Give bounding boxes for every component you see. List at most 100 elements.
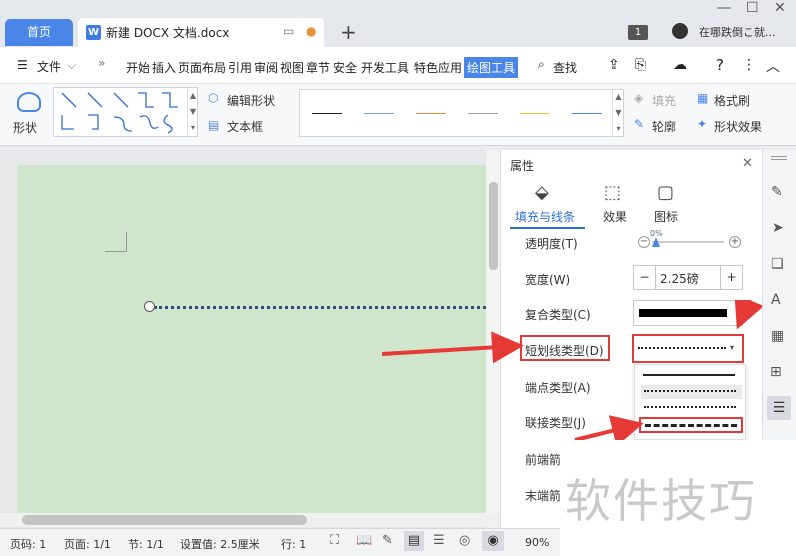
status-section[interactable]: 节: 1/1 — [128, 536, 164, 552]
properties-icon[interactable]: ☰ — [767, 396, 791, 420]
line-style-accent[interactable] — [572, 113, 602, 114]
transparency-slider[interactable] — [652, 241, 724, 243]
tab-effect[interactable]: 效果 — [603, 208, 627, 225]
hamburger-icon[interactable]: ☰ — [17, 58, 28, 72]
active-tab-indicator — [510, 227, 585, 229]
tab-home[interactable]: 首页 — [5, 19, 73, 46]
search-button[interactable]: 查找 — [553, 59, 577, 76]
width-label: 宽度(W) — [525, 273, 571, 287]
fullscreen-icon[interactable]: ⛶ — [330, 533, 339, 548]
menu-review[interactable]: 审阅 — [254, 59, 278, 76]
shapes-icon[interactable]: ❏ — [771, 256, 784, 272]
user-hint[interactable]: 在哪跌倒こ就... — [699, 24, 776, 40]
read-mode-icon[interactable]: 📖 — [356, 533, 372, 548]
front-arrow-label: 前端箭 — [525, 453, 562, 467]
more-icon[interactable]: ⋮ — [742, 57, 756, 73]
tab-icon[interactable]: 图标 — [654, 208, 678, 225]
status-page-code[interactable]: 页码: 1 — [10, 536, 46, 552]
outline-view-icon[interactable]: ☰ — [433, 533, 445, 548]
shape-effects-button[interactable]: 形状效果 — [714, 118, 762, 135]
status-setting[interactable]: 设置值: 2.5厘米 — [180, 536, 260, 552]
eye-protection-icon[interactable]: ◉ — [482, 531, 504, 551]
web-view-icon[interactable]: ◎ — [459, 533, 470, 548]
write-mode-icon[interactable]: ✎ — [382, 533, 393, 548]
format-painter-button[interactable]: 格式刷 — [714, 92, 750, 109]
transparency-label: 透明度(T) — [525, 237, 578, 251]
format-painter-icon: ▦ — [697, 91, 709, 105]
share-icon[interactable]: ⇪ — [608, 57, 620, 73]
drag-handle-icon[interactable] — [771, 156, 787, 160]
panel-title[interactable]: 属性 — [510, 157, 534, 174]
menu-reference[interactable]: 引用 — [228, 59, 252, 76]
panel-scroll-thumb[interactable] — [489, 182, 498, 270]
file-menu[interactable]: 文件 — [37, 58, 61, 75]
icon-tab-icon[interactable]: ▢ — [657, 182, 674, 203]
fill-line-icon[interactable]: ⬙ — [535, 182, 549, 203]
page-view-icon[interactable]: ▤ — [404, 531, 424, 551]
avatar[interactable] — [672, 23, 688, 39]
monitor-icon[interactable]: ▭ — [283, 24, 294, 38]
edit-shape-button[interactable]: 编辑形状 — [227, 92, 275, 109]
line-shapes-icon — [61, 92, 178, 134]
outline-icon: ✎ — [634, 117, 645, 131]
horizontal-scrollbar[interactable] — [0, 513, 500, 527]
menu-developer[interactable]: 开发工具 — [361, 59, 409, 76]
status-page[interactable]: 页面: 1/1 — [64, 536, 111, 552]
maximize-icon[interactable]: ☐ — [746, 0, 759, 16]
table-icon[interactable]: ▦ — [771, 328, 784, 344]
fill-button[interactable]: 填充 — [652, 92, 676, 109]
window-counter[interactable]: 1 — [628, 25, 648, 40]
transparency-minus[interactable]: − — [638, 236, 650, 248]
shape-icon[interactable] — [17, 92, 41, 112]
shape-handle[interactable] — [144, 301, 155, 312]
menu-layout[interactable]: 页面布局 — [178, 59, 226, 76]
tab-document[interactable]: W 新建 DOCX 文档.docx ▭ ● — [78, 18, 324, 47]
line-style-gray[interactable] — [468, 113, 498, 114]
h-scroll-thumb[interactable] — [22, 515, 307, 525]
width-minus[interactable]: − — [634, 266, 656, 289]
line-style-blue[interactable] — [364, 113, 394, 114]
close-panel-icon[interactable]: ✕ — [742, 156, 753, 171]
transparency-plus[interactable]: + — [729, 236, 741, 248]
shape-button[interactable]: 形状 — [13, 119, 37, 136]
cloud-icon[interactable]: ☁ — [673, 57, 687, 73]
text-style-icon[interactable]: A — [771, 292, 781, 308]
new-tab-button[interactable]: + — [340, 20, 357, 44]
document-title: 新建 DOCX 文档.docx — [106, 26, 230, 40]
help-icon[interactable]: ? — [716, 56, 724, 74]
menu-special[interactable]: 特色应用 — [414, 59, 462, 76]
menu-insert[interactable]: 插入 — [152, 59, 176, 76]
search-icon[interactable]: ⌕ — [538, 57, 545, 72]
menu-section[interactable]: 章节 — [306, 59, 330, 76]
line-style-orange[interactable] — [416, 113, 446, 114]
line-style-black[interactable] — [312, 113, 342, 114]
transparency-value: 0% — [650, 229, 663, 238]
style-gallery-scroll[interactable]: ▲ ▼ ▾ — [612, 89, 624, 137]
pen-icon[interactable]: ✎ — [771, 184, 783, 200]
menu-security[interactable]: 安全 — [333, 59, 357, 76]
zoom-level[interactable]: 90% — [525, 536, 549, 549]
menu-view[interactable]: 视图 — [280, 59, 304, 76]
close-window-icon[interactable]: ✕ — [774, 0, 786, 16]
tab-fill-line[interactable]: 填充与线条 — [515, 208, 575, 225]
textbox-button[interactable]: 文本框 — [227, 118, 263, 135]
effect-icon[interactable]: ⬚ — [604, 182, 621, 203]
minimize-icon[interactable]: — — [717, 0, 731, 16]
apps-icon[interactable]: ⊞ — [770, 364, 782, 380]
export-icon[interactable]: ⎘ — [635, 57, 646, 73]
width-plus[interactable]: + — [720, 266, 742, 289]
width-stepper[interactable]: − 2.25磅 + — [633, 265, 743, 290]
chevron-down-icon[interactable]: ⌵ — [67, 58, 76, 73]
status-row[interactable]: 行: 1 — [281, 536, 306, 552]
collapse-ribbon-icon[interactable]: ︿ — [766, 56, 780, 76]
expand-icon[interactable]: » — [98, 56, 105, 70]
width-value[interactable]: 2.25磅 — [660, 270, 699, 287]
pointer-icon[interactable]: ➤ — [772, 220, 784, 236]
menu-drawing-tools[interactable]: 绘图工具 — [464, 57, 519, 78]
menu-start[interactable]: 开始 — [126, 59, 150, 76]
outline-button[interactable]: 轮廓 — [652, 118, 676, 135]
line-style-yellow[interactable] — [520, 113, 550, 114]
gallery-scroll[interactable]: ▲ ▼ ▾ — [187, 88, 198, 136]
annotation-arrows — [381, 300, 764, 447]
line-shape-gallery[interactable]: ▲ ▼ ▾ — [53, 87, 198, 137]
